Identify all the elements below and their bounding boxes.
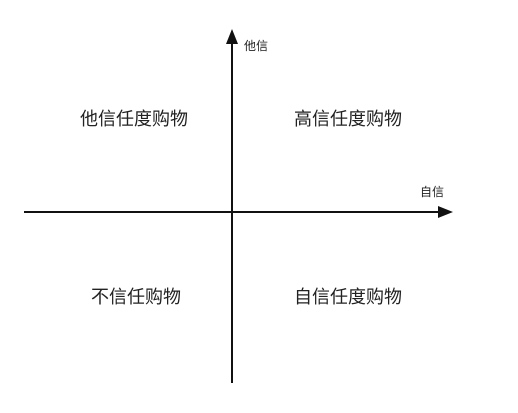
y-axis-label: 他信 [244,39,269,53]
quadrant-bottom-right-label: 自信任度购物 [294,287,402,308]
quadrant-diagram: 他信 自信 他信任度购物 高信任度购物 不信任购物 自信任度购物 [0,0,518,409]
x-axis-label: 自信 [420,185,445,199]
axes-canvas [24,29,453,383]
y-axis-arrowhead [226,29,238,44]
x-axis-arrowhead [438,206,453,218]
quadrant-bottom-left-label: 不信任购物 [91,287,181,308]
quadrant-top-left-label: 他信任度购物 [80,109,188,130]
quadrant-top-right-label: 高信任度购物 [294,109,402,130]
